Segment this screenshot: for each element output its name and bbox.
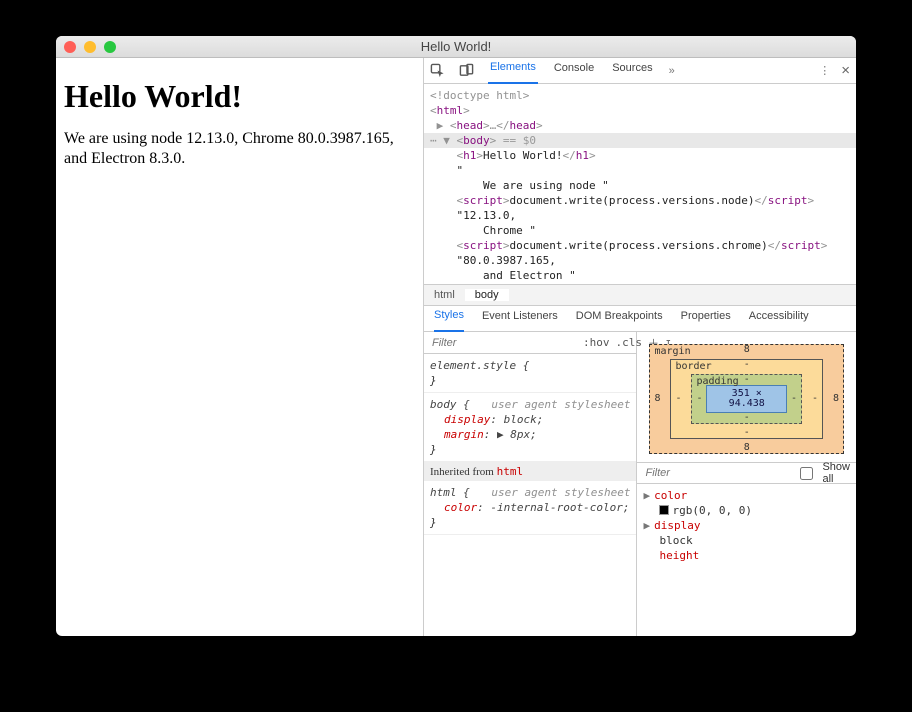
tab-sources[interactable]: Sources <box>610 58 654 84</box>
styles-subtabs: Styles Event Listeners DOM Breakpoints P… <box>424 306 856 332</box>
page-heading: Hello World! <box>64 78 415 115</box>
window-titlebar: Hello World! <box>56 36 856 58</box>
computed-list[interactable]: ▶color rgb(0, 0, 0) ▶display block heigh… <box>637 484 856 567</box>
subtab-accessibility[interactable]: Accessibility <box>749 306 809 332</box>
styles-filter-input[interactable] <box>430 336 577 350</box>
color-swatch-icon <box>659 505 669 515</box>
subtab-properties[interactable]: Properties <box>681 306 731 332</box>
styles-filterbar: :hov .cls ＋ ↧ <box>424 332 636 354</box>
dom-tree[interactable]: <!doctype html> <html> ▶ <head>…</head> … <box>424 84 856 284</box>
minimize-window-button[interactable] <box>84 41 96 53</box>
close-window-button[interactable] <box>64 41 76 53</box>
inherited-from-bar: Inherited from html <box>424 462 636 481</box>
traffic-lights <box>64 41 116 53</box>
crumb-body[interactable]: body <box>465 289 509 301</box>
subtab-styles[interactable]: Styles <box>434 306 464 332</box>
styles-pane: :hov .cls ＋ ↧ element.style { } body {us… <box>424 332 637 636</box>
rule-element-style[interactable]: element.style { } <box>424 354 636 393</box>
crumb-html[interactable]: html <box>424 289 465 301</box>
rendered-page: Hello World! We are using node 12.13.0, … <box>56 58 423 636</box>
rule-html[interactable]: html {user agent stylesheet color: -inte… <box>424 481 636 535</box>
dom-selected-body[interactable]: ⋯ ▼ <body> == $0 <box>424 133 856 148</box>
tab-elements[interactable]: Elements <box>488 58 538 84</box>
subtab-dom-breakpoints[interactable]: DOM Breakpoints <box>576 306 663 332</box>
dom-doctype: <!doctype html> <box>430 89 529 102</box>
box-model-diagram[interactable]: margin 8 8 8 8 border - - - - <box>637 332 856 462</box>
more-tabs-icon[interactable]: » <box>669 65 675 77</box>
devtools-panel: Elements Console Sources » ⋮ × <!doctype… <box>423 58 856 636</box>
maximize-window-button[interactable] <box>104 41 116 53</box>
hov-button[interactable]: :hov <box>583 336 610 349</box>
device-toolbar-icon[interactable] <box>459 63 474 78</box>
devtools-close-icon[interactable]: × <box>841 62 850 79</box>
computed-filterbar: Show all <box>637 462 856 484</box>
computed-filter-input[interactable] <box>643 466 790 480</box>
inspect-icon[interactable] <box>430 63 445 78</box>
window-content: Hello World! We are using node 12.13.0, … <box>56 58 856 636</box>
side-pane: margin 8 8 8 8 border - - - - <box>637 332 856 636</box>
page-paragraph: We are using node 12.13.0, Chrome 80.0.3… <box>64 129 415 169</box>
devtools-more-icon[interactable]: ⋮ <box>819 64 831 77</box>
dom-breadcrumbs: html body <box>424 284 856 306</box>
rule-body[interactable]: body {user agent stylesheet display: blo… <box>424 393 636 462</box>
show-all-checkbox[interactable] <box>800 467 813 480</box>
devtools-tabbar: Elements Console Sources » ⋮ × <box>424 58 856 84</box>
tab-console[interactable]: Console <box>552 58 596 84</box>
box-model-content: 351 × 94.438 <box>706 385 787 413</box>
subtab-event-listeners[interactable]: Event Listeners <box>482 306 558 332</box>
app-window: Hello World! Hello World! We are using n… <box>56 36 856 636</box>
show-all-label: Show all <box>822 461 850 485</box>
window-title: Hello World! <box>421 39 492 54</box>
